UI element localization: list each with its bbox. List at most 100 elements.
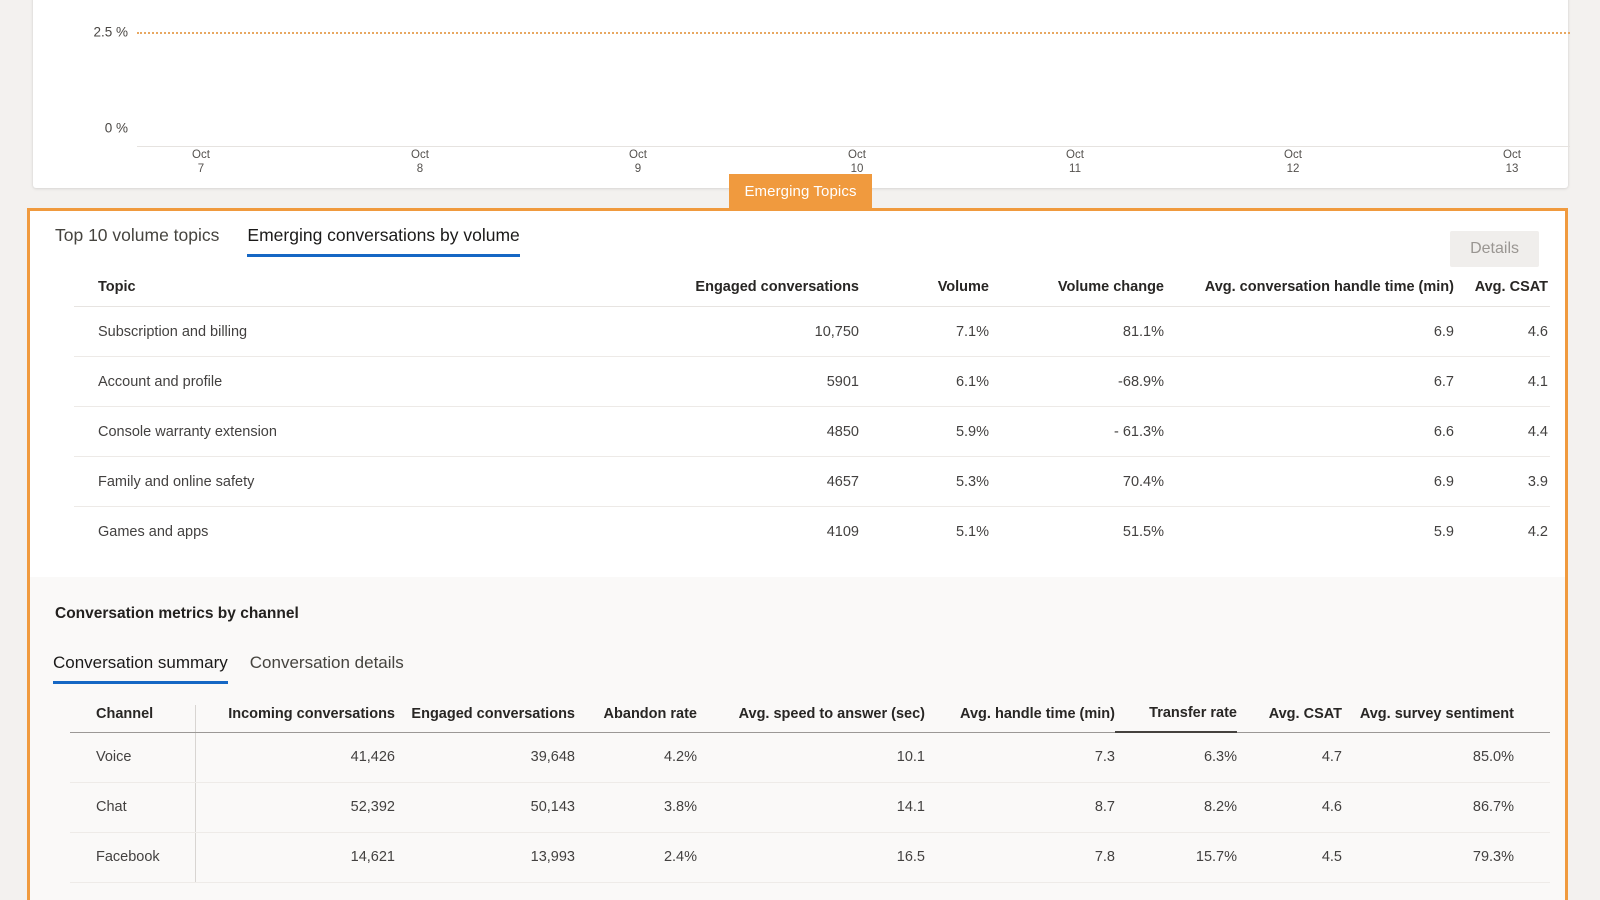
topics-tab-list: Top 10 volume topics Emerging conversati… <box>55 225 520 257</box>
cell-handle-time: 7.8 <box>925 832 1115 883</box>
column-header-handle-time[interactable]: Avg. handle time (min) <box>925 705 1115 733</box>
cell-handle-time: 7.3 <box>925 732 1115 783</box>
cell-topic: Console warranty extension <box>74 406 669 457</box>
column-header-volume[interactable]: Volume <box>859 279 989 307</box>
column-header-incoming[interactable]: Incoming conversations <box>195 705 395 733</box>
x-tick-4: Oct 11 <box>1066 148 1084 176</box>
cell-volume: 7.1% <box>859 306 989 357</box>
cell-avg-handle-time: 5.9 <box>1433 523 1454 540</box>
cell-topic: Account and profile <box>74 356 669 407</box>
cell-engaged: 5901 <box>669 356 859 407</box>
cell-channel: Voice <box>70 732 196 783</box>
cell-volume: 6.1% <box>859 356 989 407</box>
table-row[interactable]: Account and profile 5901 6.1% -68.9% 6.7… <box>74 356 1550 407</box>
table-row[interactable]: Family and online safety 4657 5.3% 70.4%… <box>74 456 1550 507</box>
cell-volume: 5.9% <box>859 406 989 457</box>
x-tick-month: Oct <box>1284 149 1302 161</box>
x-tick-day: 8 <box>416 163 424 175</box>
cell-avg-csat: 4.7 <box>1237 732 1342 783</box>
emerging-topics-table: Topic Engaged conversations Volume Volum… <box>74 279 1550 557</box>
cell-engaged: 39,648 <box>395 732 575 783</box>
cell-survey-sentiment: 79.3% <box>1342 832 1550 883</box>
cell-avg-csat: 4.6 <box>1454 306 1550 357</box>
threshold-gridline <box>137 32 1570 34</box>
column-header-engaged[interactable]: Engaged conversations <box>395 705 575 733</box>
cell-channel: Facebook <box>70 832 196 883</box>
table-body: Subscription and billing 10,750 7.1% 81.… <box>74 306 1550 557</box>
cell-engaged: 4657 <box>669 456 859 507</box>
cell-handle-time: 8.7 <box>925 782 1115 833</box>
cell-incoming: 52,392 <box>195 782 395 833</box>
column-header-engaged[interactable]: Engaged conversations <box>669 279 859 307</box>
cell-speed-to-answer: 16.5 <box>697 832 925 883</box>
column-header-channel[interactable]: Channel <box>70 705 196 733</box>
conversation-metrics-section: Conversation metrics by channel Conversa… <box>30 577 1565 900</box>
x-tick-month: Oct <box>1066 149 1084 161</box>
cell-avg-csat: 4.5 <box>1237 832 1342 883</box>
cell-volume: 5.1% <box>955 523 989 540</box>
column-header-survey-sentiment[interactable]: Avg. survey sentiment <box>1342 705 1550 733</box>
table-header: Topic Engaged conversations Volume Volum… <box>74 279 1550 307</box>
cell-avg-csat: 4.1 <box>1454 356 1550 407</box>
cell-volume-change: - 61.3% <box>989 406 1164 457</box>
column-header-abandon-rate[interactable]: Abandon rate <box>575 705 697 733</box>
x-tick-2: Oct 9 <box>629 148 647 176</box>
tab-emerging-conversations-by-volume[interactable]: Emerging conversations by volume <box>247 225 520 257</box>
cell-avg-handle-time: 6.9 <box>1164 306 1454 357</box>
cell-topic: Games and apps <box>98 523 209 540</box>
cell-channel: Chat <box>70 782 196 833</box>
table-row[interactable]: Console warranty extension 4850 5.9% - 6… <box>74 406 1550 457</box>
column-header-speed-to-answer[interactable]: Avg. speed to answer (sec) <box>697 705 925 733</box>
cell-incoming: 14,621 <box>195 832 395 883</box>
cell-volume: 5.3% <box>859 456 989 507</box>
cell-avg-csat: 4.4 <box>1454 406 1550 457</box>
x-tick-0: Oct 7 <box>192 148 210 176</box>
table-row[interactable]: Games and apps 4109 5.1% 51.5% 5.9 4.2 <box>74 507 1550 557</box>
x-tick-6: Oct 13 <box>1503 148 1521 176</box>
column-header-avg-csat[interactable]: Avg. CSAT <box>1454 279 1550 307</box>
x-tick-day: 13 <box>1505 163 1519 175</box>
table-header-row: Topic Engaged conversations Volume Volum… <box>74 279 1550 307</box>
channel-metrics-table: Channel Incoming conversations Engaged c… <box>70 705 1550 883</box>
section-title: Conversation metrics by channel <box>55 605 299 622</box>
table-row[interactable]: Chat 52,392 50,143 3.8% 14.1 8.7 8.2% 4.… <box>70 782 1550 833</box>
column-header-volume-change[interactable]: Volume change <box>989 279 1164 307</box>
cell-topic: Subscription and billing <box>74 306 669 357</box>
table-row[interactable]: Facebook 14,621 13,993 2.4% 16.5 7.8 15.… <box>70 832 1550 883</box>
table-row[interactable]: Voice 41,426 39,648 4.2% 10.1 7.3 6.3% 4… <box>70 732 1550 783</box>
table-row[interactable]: Subscription and billing 10,750 7.1% 81.… <box>74 306 1550 357</box>
x-tick-day: 9 <box>634 163 642 175</box>
column-header-avg-handle-time[interactable]: Avg. conversation handle time (min) <box>1164 279 1454 307</box>
y-axis-tick-top: 2.5 % <box>93 24 128 40</box>
cell-abandon-rate: 3.8% <box>575 782 697 833</box>
cell-transfer-rate: 6.3% <box>1115 732 1237 783</box>
y-axis-tick-bottom: 0 % <box>104 120 128 136</box>
cell-volume-change: -68.9% <box>989 356 1164 407</box>
x-tick-month: Oct <box>629 149 647 161</box>
tab-conversation-summary[interactable]: Conversation summary <box>53 653 228 684</box>
details-button[interactable]: Details <box>1450 231 1539 267</box>
cell-incoming: 41,426 <box>195 732 395 783</box>
x-tick-month: Oct <box>1503 149 1521 161</box>
cell-engaged: 4109 <box>826 523 859 540</box>
dashboard-root: 2.5 % 0 % Oct 7 Oct 8 Oct 9 Oct 10 Oct 1… <box>0 0 1600 900</box>
x-tick-month: Oct <box>411 149 429 161</box>
column-header-transfer-rate[interactable]: Transfer rate <box>1115 705 1237 733</box>
cell-volume-change: 70.4% <box>989 456 1164 507</box>
emerging-topics-card: Top 10 volume topics Emerging conversati… <box>30 211 1565 577</box>
cell-abandon-rate: 4.2% <box>575 732 697 783</box>
x-tick-day: 12 <box>1286 163 1300 175</box>
cell-speed-to-answer: 14.1 <box>697 782 925 833</box>
channel-tab-list: Conversation summary Conversation detail… <box>53 653 404 684</box>
cell-avg-handle-time: 6.6 <box>1164 406 1454 457</box>
tab-top-10-volume-topics[interactable]: Top 10 volume topics <box>55 225 219 254</box>
cell-avg-csat: 4.6 <box>1237 782 1342 833</box>
table-header: Channel Incoming conversations Engaged c… <box>70 705 1550 733</box>
column-header-avg-csat[interactable]: Avg. CSAT <box>1237 705 1342 733</box>
x-tick-day: 7 <box>197 163 205 175</box>
emerging-topics-badge: Emerging Topics <box>729 174 872 210</box>
cell-engaged: 50,143 <box>395 782 575 833</box>
column-header-topic[interactable]: Topic <box>74 279 669 307</box>
tab-conversation-details[interactable]: Conversation details <box>250 653 404 681</box>
cell-survey-sentiment: 85.0% <box>1342 732 1550 783</box>
